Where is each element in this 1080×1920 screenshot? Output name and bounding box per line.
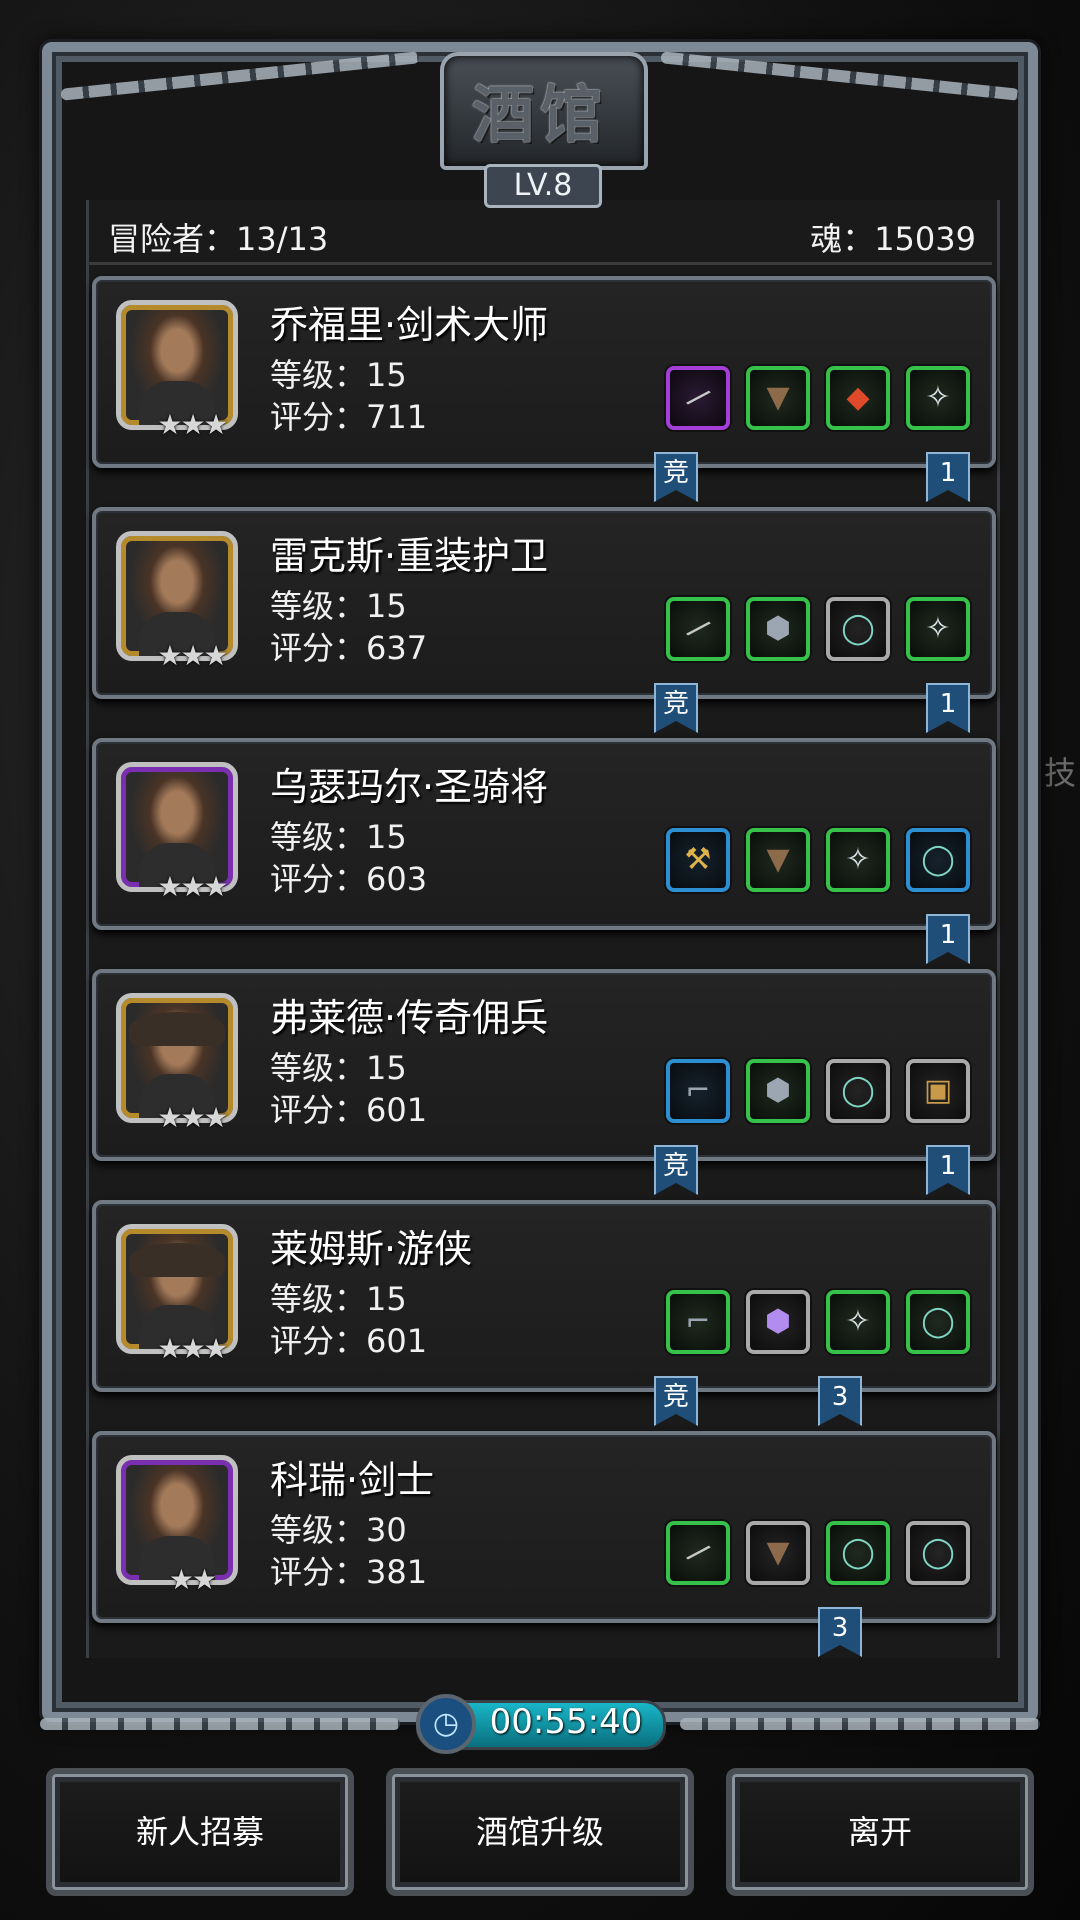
fire-gem-icon: ◆ bbox=[846, 380, 870, 415]
adventurer-name: 科瑞·剑士 bbox=[270, 1458, 435, 1502]
equipment-slot[interactable]: ✧ bbox=[906, 366, 970, 430]
adventurer-score: 评分：637 bbox=[270, 629, 428, 667]
equipment-slots: ⌐ ⬢ ◯ ▣ bbox=[666, 1059, 976, 1125]
star-rating: ★★★ bbox=[157, 1101, 228, 1134]
sword-icon: / bbox=[682, 612, 715, 645]
sword-icon: / bbox=[682, 1536, 715, 1569]
amulet-icon: ✧ bbox=[925, 380, 951, 415]
amulet-icon: ✧ bbox=[845, 1304, 871, 1339]
adventurer-score: 评分：601 bbox=[270, 1091, 428, 1129]
equipment-slot[interactable]: ⚒ bbox=[666, 828, 730, 892]
adventurer-count: 冒险者：13/13 bbox=[108, 220, 329, 258]
adventurer-name: 雷克斯·重装护卫 bbox=[270, 534, 549, 578]
plate-armor-icon: ⬢ bbox=[764, 1073, 792, 1108]
adventurer-score: 评分：381 bbox=[270, 1553, 428, 1591]
equipment-slot[interactable]: / bbox=[666, 597, 730, 661]
adventurer-score: 评分：711 bbox=[270, 398, 428, 436]
star-rating: ★★★ bbox=[157, 639, 228, 672]
equipment-slot[interactable]: ✧ bbox=[826, 828, 890, 892]
ring-icon: ◯ bbox=[921, 1304, 955, 1339]
equipment-slot[interactable]: / bbox=[666, 366, 730, 430]
hammer-icon: ⚒ bbox=[684, 842, 712, 877]
equipment-slot[interactable]: ▼ bbox=[746, 1521, 810, 1585]
upgrade-tavern-button[interactable]: 酒馆升级 bbox=[386, 1768, 694, 1896]
adventurer-name: 乌瑟玛尔·圣骑将 bbox=[270, 765, 549, 809]
equipment-slot[interactable]: ✧ bbox=[826, 1290, 890, 1354]
divider bbox=[88, 262, 992, 265]
equipment-slot[interactable]: / bbox=[666, 1521, 730, 1585]
adventurer-card[interactable]: ★★ 科瑞·剑士等级：30 评分：381 / ▼ ◯ ◯ bbox=[92, 1431, 996, 1623]
void-armor-icon: ⬢ bbox=[764, 1304, 792, 1339]
adventurer-card[interactable]: ★★★ 莱姆斯·游侠等级：15 评分：601 ⌐ ⬢ ✧ ◯ bbox=[92, 1200, 996, 1392]
equipment-slot[interactable]: ◯ bbox=[826, 1059, 890, 1123]
equipment-slot[interactable]: ⌐ bbox=[666, 1290, 730, 1354]
adventurer-score: 评分：601 bbox=[270, 1322, 428, 1360]
ring-icon: ◯ bbox=[921, 1535, 955, 1570]
chain-ornament-bottom-right bbox=[680, 1718, 1040, 1730]
leather-armor-icon: ▼ bbox=[766, 380, 790, 415]
adventurer-card[interactable]: ★★★ 弗莱德·传奇佣兵等级：15 评分：601 ⌐ ⬢ ◯ ▣ bbox=[92, 969, 996, 1161]
equipment-slots: ⚒ ▼ ✧ ◯ bbox=[666, 828, 976, 894]
equipment-slot[interactable]: ◯ bbox=[906, 828, 970, 892]
adventurer-name: 莱姆斯·游侠 bbox=[270, 1227, 473, 1271]
equipment-slot[interactable]: ◯ bbox=[906, 1521, 970, 1585]
leather-armor-icon: ▼ bbox=[766, 1535, 790, 1570]
ring-icon: ◯ bbox=[841, 1073, 875, 1108]
amulet-icon: ✧ bbox=[925, 611, 951, 646]
soul-count: 魂：15039 bbox=[810, 220, 976, 258]
adventurer-level: 等级：15 bbox=[270, 356, 407, 394]
page-title: 酒馆 bbox=[471, 78, 608, 151]
equipment-slot[interactable]: ◯ bbox=[826, 1521, 890, 1585]
equipment-slot[interactable]: ⌐ bbox=[666, 1059, 730, 1123]
star-rating: ★★★ bbox=[157, 870, 228, 903]
adventurer-level: 等级：30 bbox=[270, 1511, 407, 1549]
equipment-slot[interactable]: ⬢ bbox=[746, 1059, 810, 1123]
equipment-slot[interactable]: ✧ bbox=[906, 597, 970, 661]
equipment-slot[interactable]: ⬢ bbox=[746, 597, 810, 661]
leather-armor-icon: ▼ bbox=[766, 842, 790, 877]
adventurer-card[interactable]: ★★★ 乔福里·剑术大师等级：15 评分：711 / ▼ ◆ ✧ bbox=[92, 276, 996, 468]
tavern-level-badge: LV.8 bbox=[484, 164, 602, 208]
adventurer-level: 等级：15 bbox=[270, 1280, 407, 1318]
equipment-slot[interactable]: ◆ bbox=[826, 366, 890, 430]
ring-icon: ◯ bbox=[841, 611, 875, 646]
chain-ornament-bottom-left bbox=[40, 1718, 400, 1730]
adventurer-name: 弗莱德·传奇佣兵 bbox=[270, 996, 549, 1040]
equipment-slot[interactable]: ◯ bbox=[906, 1290, 970, 1354]
recruit-button[interactable]: 新人招募 bbox=[46, 1768, 354, 1896]
sword-icon: / bbox=[682, 381, 715, 414]
amulet-icon: ✧ bbox=[845, 842, 871, 877]
adventurer-level: 等级：15 bbox=[270, 818, 407, 856]
adventurer-level: 等级：15 bbox=[270, 1049, 407, 1087]
star-rating: ★★★ bbox=[157, 408, 228, 441]
ring-icon: ◯ bbox=[921, 842, 955, 877]
equipment-slot[interactable]: ◯ bbox=[826, 597, 890, 661]
adventurer-level: 等级：15 bbox=[270, 587, 407, 625]
equipment-slot[interactable]: ▣ bbox=[906, 1059, 970, 1123]
adventurer-card[interactable]: ★★★ 乌瑟玛尔·圣骑将等级：15 评分：603 ⚒ ▼ ✧ ◯ bbox=[92, 738, 996, 930]
stopwatch-icon: ◷ bbox=[416, 1694, 476, 1754]
pistol-icon: ⌐ bbox=[685, 1073, 711, 1108]
equipment-slot[interactable]: ▼ bbox=[746, 828, 810, 892]
background-ghost-text: 技 bbox=[1044, 754, 1077, 792]
star-rating: ★★★ bbox=[157, 1332, 228, 1365]
adventurer-card[interactable]: ★★★ 雷克斯·重装护卫等级：15 评分：637 / ⬢ ◯ ✧ bbox=[92, 507, 996, 699]
plate-armor-icon: ⬢ bbox=[764, 611, 792, 646]
equipment-slots: / ⬢ ◯ ✧ bbox=[666, 597, 976, 663]
ring-icon: ◯ bbox=[841, 1535, 875, 1570]
equipment-slots: / ▼ ◆ ✧ bbox=[666, 366, 976, 432]
star-rating: ★★ bbox=[168, 1563, 217, 1596]
adventurer-name: 乔福里·剑术大师 bbox=[270, 303, 549, 347]
chest-armor-icon: ▣ bbox=[923, 1073, 953, 1108]
hat bbox=[129, 1243, 225, 1277]
refresh-timer-text: 00:55:40 bbox=[489, 1702, 643, 1742]
leave-button[interactable]: 离开 bbox=[726, 1768, 1034, 1896]
equipment-slot[interactable]: ⬢ bbox=[746, 1290, 810, 1354]
pistol-icon: ⌐ bbox=[685, 1304, 711, 1339]
equipment-slot[interactable]: ▼ bbox=[746, 366, 810, 430]
equipment-slots: / ▼ ◯ ◯ bbox=[666, 1521, 976, 1587]
adventurer-score: 评分：603 bbox=[270, 860, 428, 898]
equipment-slots: ⌐ ⬢ ✧ ◯ bbox=[666, 1290, 976, 1356]
hat bbox=[129, 1012, 225, 1046]
